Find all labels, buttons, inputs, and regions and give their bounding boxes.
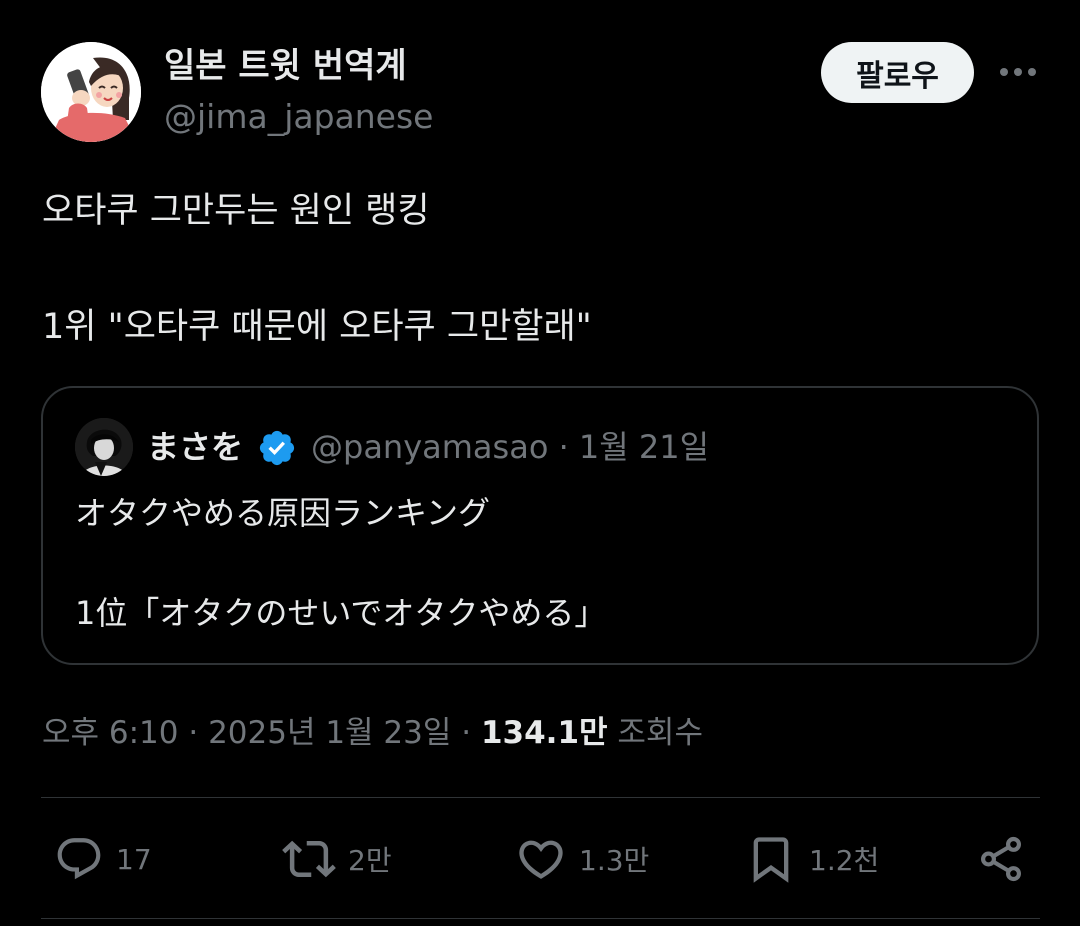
- bookmark-icon: [753, 837, 789, 883]
- tweet-detail: 일본 트윗 번역계 @jima_japanese 팔로우 오타쿠 그만두는 원인…: [0, 0, 1080, 926]
- verified-badge: [257, 428, 297, 468]
- bookmark-count: 1.2천: [809, 844, 880, 877]
- heart-icon: [519, 840, 563, 879]
- reply-icon: [57, 838, 101, 880]
- more-options-button[interactable]: [996, 52, 1040, 92]
- author-avatar[interactable]: [41, 42, 141, 142]
- quoted-handle-date: @panyamasao · 1월 21일: [311, 428, 710, 466]
- tweet-time-date[interactable]: 오후 6:10 · 2025년 1월 23일 ·: [42, 715, 481, 751]
- divider: [41, 797, 1040, 798]
- views-count: 134.1만: [480, 715, 608, 751]
- more-horizontal-icon: [1000, 68, 1036, 76]
- retweet-button[interactable]: 2만: [282, 832, 392, 886]
- author-handle[interactable]: @jima_japanese: [164, 96, 433, 138]
- author-display-name[interactable]: 일본 트윗 번역계: [164, 44, 407, 88]
- quoted-text-line: オタクやめる原因ランキング: [75, 494, 491, 532]
- share-button[interactable]: [976, 832, 1026, 886]
- views-label: 조회수: [607, 715, 703, 751]
- quoted-author-name[interactable]: まさを: [147, 424, 243, 470]
- retweet-count: 2만: [348, 844, 392, 877]
- retweet-icon: [282, 840, 336, 878]
- bookmark-button[interactable]: 1.2천: [745, 832, 879, 886]
- quoted-tweet-text: オタクやめる原因ランキング 1位「オタクのせいでオタクやめる」: [75, 488, 1015, 638]
- quoted-text-line: 1位「オタクのせいでオタクやめる」: [75, 594, 607, 632]
- quoted-tweet-card[interactable]: まさを @panyamasao · 1월 21일 オタクやめる原因ランキング 1…: [41, 386, 1039, 665]
- share-icon: [981, 836, 1021, 882]
- tweet-text: 오타쿠 그만두는 원인 랭킹 1위 "오타쿠 때문에 오타쿠 그만할래": [42, 182, 1042, 356]
- reply-button[interactable]: 17: [54, 832, 152, 886]
- tweet-timestamp-line: 오후 6:10 · 2025년 1월 23일 · 134.1만 조회수: [42, 710, 703, 756]
- like-button[interactable]: 1.3만: [515, 832, 649, 886]
- avatar-illustration-icon: [41, 42, 141, 142]
- tweet-text-line: 오타쿠 그만두는 원인 랭킹: [42, 191, 430, 231]
- quoted-author-avatar[interactable]: [75, 418, 133, 476]
- reply-count: 17: [116, 842, 152, 876]
- quoted-avatar-photo-icon: [75, 418, 133, 476]
- follow-button[interactable]: 팔로우: [821, 42, 974, 103]
- tweet-text-line: 1위 "오타쿠 때문에 오타쿠 그만할래": [42, 307, 592, 347]
- verified-badge-icon: [259, 430, 295, 466]
- like-count: 1.3만: [579, 844, 650, 877]
- divider: [41, 918, 1040, 919]
